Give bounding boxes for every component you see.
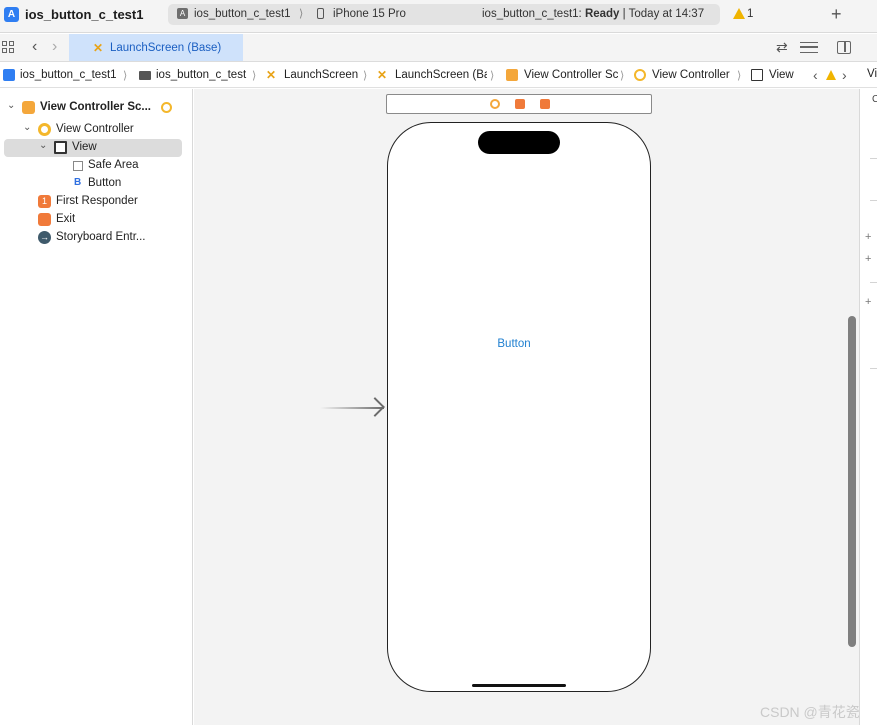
outline-row-view-controller[interactable]: ⌄ View Controller xyxy=(4,121,182,139)
chevron-right-icon: ⟩ xyxy=(123,70,128,82)
status-state: Ready xyxy=(584,8,620,20)
chevron-right-icon: ⟩ xyxy=(363,70,368,82)
chevron-down-icon[interactable]: ⌄ xyxy=(39,140,47,151)
jumpbar-file[interactable]: LaunchScreen xyxy=(284,69,358,81)
scrollbar-thumb[interactable] xyxy=(848,316,856,647)
chevron-right-icon: ⟩ xyxy=(737,70,742,82)
outline-label-first-responder: First Responder xyxy=(56,195,138,207)
status-time: | Today at 14:37 xyxy=(619,8,705,20)
scene-icon xyxy=(506,69,518,81)
jumpbar-project[interactable]: ios_button_c_test1 xyxy=(20,69,117,81)
chevron-down-icon[interactable]: ⌄ xyxy=(23,122,31,133)
outline-row-scene[interactable]: ⌄ View Controller Sc... xyxy=(4,99,182,117)
outline-label-storyboard-entry: Storyboard Entr... xyxy=(56,231,146,243)
view-controller-icon xyxy=(634,69,646,81)
first-responder-icon: 1 xyxy=(38,195,51,208)
outline-row-button[interactable]: B Button xyxy=(4,175,182,193)
outline-label-scene: View Controller Sc... xyxy=(40,101,151,113)
grid-icon[interactable] xyxy=(2,41,15,54)
add-icon[interactable]: + xyxy=(865,296,871,308)
jumpbar-scene[interactable]: View Controller Sc xyxy=(524,69,618,81)
iphone-icon xyxy=(317,8,324,19)
outline-label-button: Button xyxy=(88,177,122,189)
editor-tab-bar: ‹ › ✕ LaunchScreen (Base) ⇄ xyxy=(0,34,877,62)
run-destination[interactable]: iPhone 15 Pro xyxy=(333,8,406,20)
add-icon[interactable]: + xyxy=(831,4,842,25)
view-controller-icon xyxy=(38,123,51,136)
project-title[interactable]: ios_button_c_test1 xyxy=(25,7,143,22)
outline-label-safe-area: Safe Area xyxy=(88,159,139,171)
outline-row-safe-area[interactable]: Safe Area xyxy=(4,157,182,175)
button-icon: B xyxy=(74,177,82,188)
storyboard-icon: ✕ xyxy=(266,68,277,82)
chevron-right-icon: ⟩ xyxy=(620,70,625,82)
outline-label-exit: Exit xyxy=(56,213,76,225)
status-project: ios_button_c_test1: xyxy=(482,8,585,20)
chevron-right-icon: ⟩ xyxy=(490,70,495,82)
add-icon[interactable]: + xyxy=(865,253,871,265)
divider xyxy=(870,368,877,369)
outline-row-first-responder[interactable]: 1 First Responder xyxy=(4,193,182,211)
outline-row-exit[interactable]: Exit xyxy=(4,211,182,229)
scene-icon xyxy=(22,101,35,114)
view-icon xyxy=(54,141,67,154)
jumpbar-view-controller[interactable]: View Controller xyxy=(652,69,730,81)
editor-options-icon[interactable] xyxy=(800,42,818,53)
divider xyxy=(870,282,877,283)
chevron-left-icon[interactable]: ‹ xyxy=(32,38,37,56)
folder-icon xyxy=(139,71,151,80)
chevron-left-icon[interactable]: ‹ xyxy=(813,67,818,83)
chevron-right-icon[interactable]: › xyxy=(52,38,57,56)
chevron-right-icon[interactable]: › xyxy=(842,67,847,83)
outline-label-view-controller: View Controller xyxy=(56,123,134,135)
dynamic-island xyxy=(478,131,560,154)
app-project-icon: A xyxy=(4,7,19,22)
canvas-button[interactable]: Button xyxy=(490,336,538,352)
inspector-panel xyxy=(859,89,877,725)
view-controller-icon[interactable] xyxy=(490,99,500,109)
arrow-right-icon: → xyxy=(38,231,51,244)
scheme-selector[interactable]: ios_button_c_test1 xyxy=(194,8,291,20)
jumpbar-group[interactable]: ios_button_c_test xyxy=(156,69,250,81)
watermark: CSDN @青花瓷 xyxy=(760,704,860,720)
exit-icon[interactable] xyxy=(540,99,550,109)
exit-icon xyxy=(38,213,51,226)
first-responder-icon[interactable] xyxy=(515,99,525,109)
divider xyxy=(870,200,877,201)
chevron-down-icon[interactable]: ⌄ xyxy=(7,100,15,111)
home-indicator xyxy=(472,684,566,687)
add-editor-icon[interactable] xyxy=(837,41,851,54)
outline-row-storyboard-entry[interactable]: → Storyboard Entr... xyxy=(4,229,182,247)
warning-count[interactable]: 1 xyxy=(747,8,753,20)
add-icon[interactable]: + xyxy=(865,231,871,243)
warning-icon[interactable] xyxy=(826,70,836,80)
swap-icon[interactable]: ⇄ xyxy=(776,39,788,56)
build-status: ios_button_c_test1: Ready | Today at 14:… xyxy=(482,8,704,20)
outline-label-view: View xyxy=(72,141,97,153)
app-project-icon xyxy=(3,69,15,81)
tab-label[interactable]: LaunchScreen (Base) xyxy=(110,42,221,54)
warning-icon[interactable] xyxy=(733,8,745,19)
toolbar: A ios_button_c_test1 A ios_button_c_test… xyxy=(0,0,877,33)
iphone-frame[interactable] xyxy=(387,122,651,692)
safe-area-icon xyxy=(73,161,83,171)
inspector-clipped-text: C xyxy=(872,94,877,105)
storyboard-icon: ✕ xyxy=(93,41,104,55)
scheme-app-icon: A xyxy=(177,8,188,19)
outline-row-view[interactable]: ⌄ View xyxy=(4,139,182,157)
jumpbar-localization[interactable]: LaunchScreen (Ba xyxy=(395,69,487,81)
chevron-right-icon: ⟩ xyxy=(252,70,257,82)
view-icon xyxy=(751,69,763,81)
jumpbar-view[interactable]: View xyxy=(769,69,794,81)
view-controller-icon xyxy=(161,102,172,113)
inspector-title: Vi xyxy=(867,68,877,80)
storyboard-icon: ✕ xyxy=(377,68,388,82)
chevron-right-icon: ⟩ xyxy=(299,8,304,20)
jump-bar: ios_button_c_test1 ⟩ ios_button_c_test ⟩… xyxy=(0,63,877,88)
divider xyxy=(870,158,877,159)
